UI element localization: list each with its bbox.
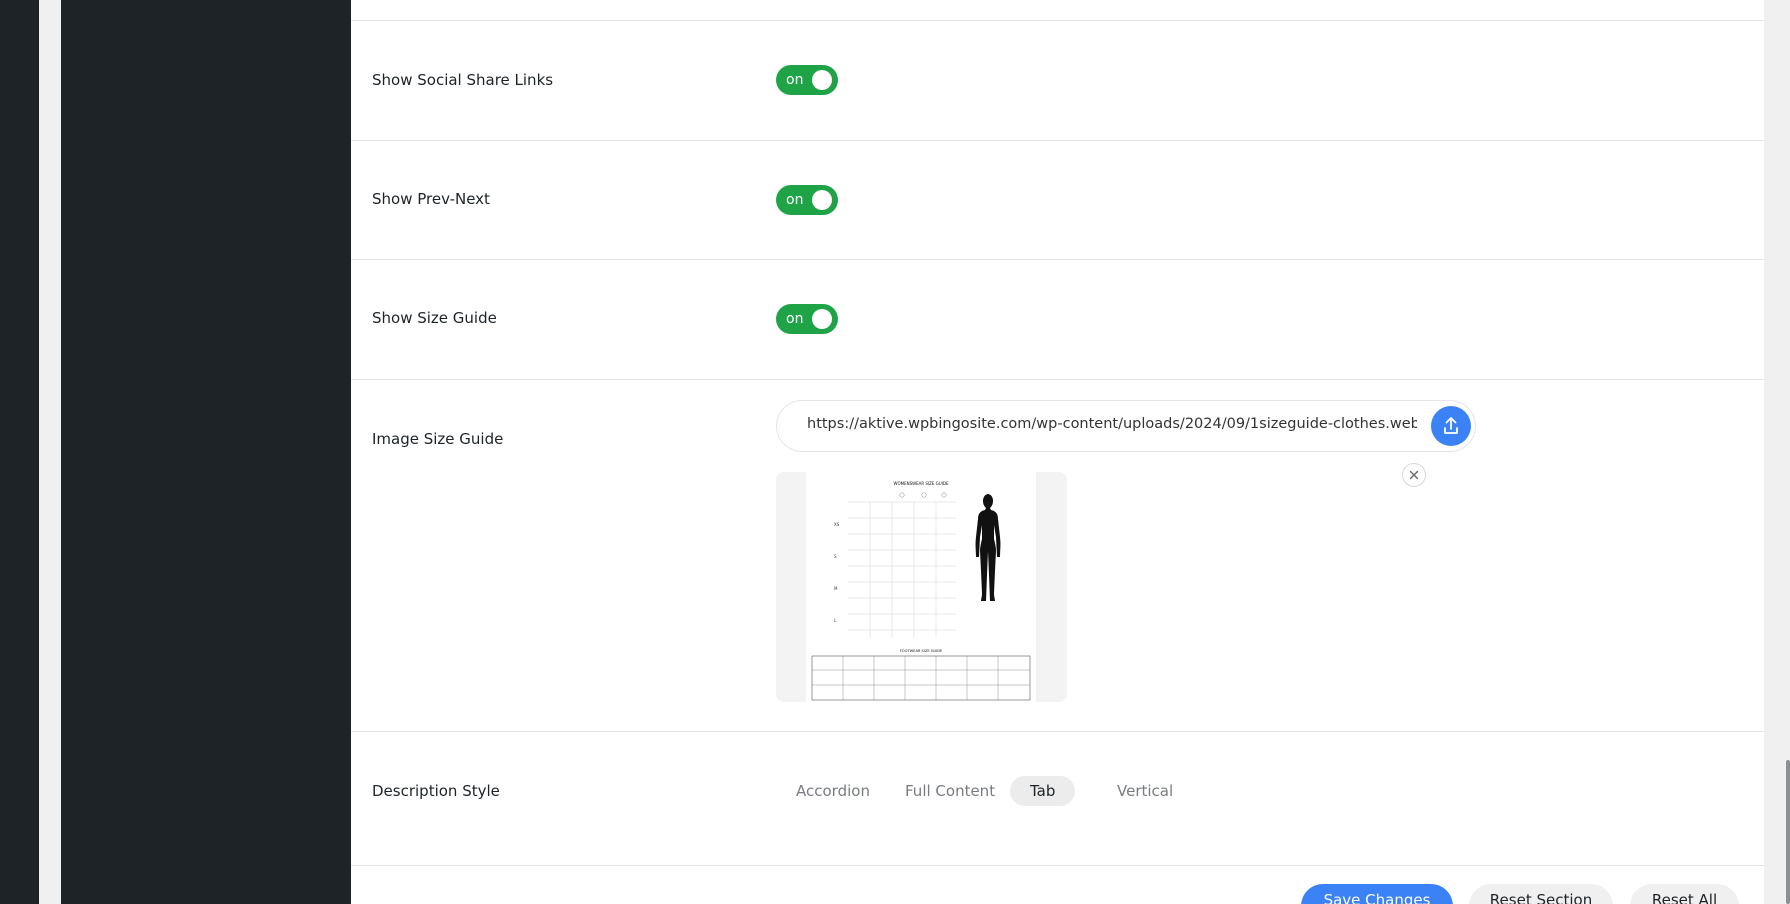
- size-label-l: L: [834, 618, 837, 623]
- size-guide-chart-graphic: WOMENSWEAR SIZE GUIDE XS S M L FOOTWEAR …: [811, 481, 1031, 701]
- description-style-label: Description Style: [372, 782, 500, 800]
- settings-panel: Show Social Share Links on Show Prev-Nex…: [351, 0, 1764, 904]
- toggle-state-text: on: [786, 72, 804, 88]
- size-guide-preview: WOMENSWEAR SIZE GUIDE XS S M L FOOTWEAR …: [776, 472, 1067, 702]
- settings-row-size-guide: Show Size Guide on: [351, 260, 1764, 380]
- size-label-m: M: [834, 586, 838, 591]
- social-share-toggle[interactable]: on: [776, 65, 838, 95]
- description-style-option-accordion[interactable]: Accordion: [776, 776, 890, 806]
- reset-all-button[interactable]: Reset All: [1630, 884, 1739, 904]
- toggle-state-text: on: [786, 311, 804, 327]
- size-guide-image: WOMENSWEAR SIZE GUIDE XS S M L FOOTWEAR …: [806, 472, 1036, 702]
- options-sidebar: [61, 0, 351, 904]
- gutter: [39, 0, 61, 904]
- prev-next-label: Show Prev-Next: [372, 190, 490, 208]
- preview-title: WOMENSWEAR SIZE GUIDE: [894, 481, 949, 486]
- reset-section-button[interactable]: Reset Section: [1469, 884, 1613, 904]
- toggle-knob: [812, 309, 832, 329]
- social-share-label: Show Social Share Links: [372, 71, 554, 89]
- admin-menu-strip: [0, 0, 39, 904]
- description-style-option-vertical[interactable]: Vertical: [1097, 776, 1193, 806]
- upload-button[interactable]: [1431, 406, 1471, 446]
- prev-next-toggle[interactable]: on: [776, 185, 838, 215]
- image-url-field: [776, 400, 1476, 452]
- description-style-option-full-content[interactable]: Full Content: [885, 776, 1015, 806]
- close-icon: [1409, 470, 1419, 480]
- toggle-knob: [812, 70, 832, 90]
- save-changes-button[interactable]: Save Changes: [1301, 884, 1453, 904]
- settings-row-social-share: Show Social Share Links on: [351, 21, 1764, 141]
- settings-row-previous: [351, 0, 1764, 21]
- size-label-s: S: [834, 554, 837, 559]
- scrollbar-thumb[interactable]: [1786, 760, 1790, 904]
- upload-icon: [1444, 417, 1458, 434]
- size-label-xs: XS: [834, 522, 840, 527]
- toggle-state-text: on: [786, 192, 804, 208]
- toggle-knob: [812, 190, 832, 210]
- remove-image-button[interactable]: [1402, 463, 1426, 487]
- description-style-option-tab[interactable]: Tab: [1010, 776, 1076, 806]
- preview-footwear-title: FOOTWEAR SIZE GUIDE: [900, 649, 943, 653]
- size-guide-toggle[interactable]: on: [776, 304, 838, 334]
- size-guide-label: Show Size Guide: [372, 309, 497, 327]
- image-url-input[interactable]: [807, 416, 1417, 432]
- image-size-guide-label: Image Size Guide: [372, 430, 504, 448]
- settings-row-prev-next: Show Prev-Next on: [351, 141, 1764, 260]
